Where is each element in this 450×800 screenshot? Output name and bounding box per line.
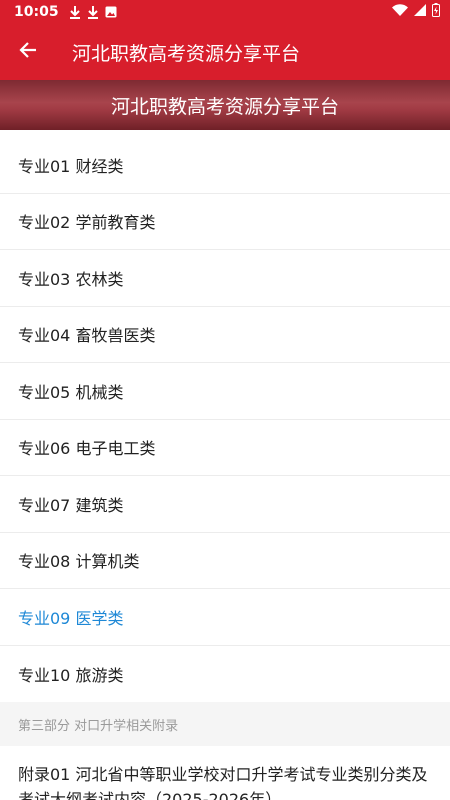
list-item-selected[interactable]: 专业09 医学类 xyxy=(0,589,450,646)
category-list: 专业01 财经类 专业02 学前教育类 专业03 农林类 专业04 畜牧兽医类 … xyxy=(0,137,450,702)
battery-icon xyxy=(432,3,440,21)
download-icon xyxy=(69,5,81,19)
banner: 河北职教高考资源分享平台 xyxy=(0,80,450,130)
section-header: 第三部分 对口升学相关附录 xyxy=(0,702,450,746)
section-header-label: 第三部分 对口升学相关附录 xyxy=(18,718,179,734)
signal-icon xyxy=(414,4,426,20)
back-button[interactable] xyxy=(0,24,56,80)
list-item-label: 专业07 建筑类 xyxy=(18,495,124,515)
list-item[interactable]: 专业01 财经类 xyxy=(0,137,450,194)
appendix-item-label: 附录01 河北省中等职业学校对口升学考试专业类别分类及考试大纲考试内容（2025… xyxy=(18,765,428,800)
list-item[interactable]: 专业08 计算机类 xyxy=(0,533,450,589)
list-item[interactable]: 专业06 电子电工类 xyxy=(0,420,450,476)
list-item-label: 专业01 财经类 xyxy=(18,156,124,176)
gallery-icon xyxy=(105,6,117,18)
status-right-icons xyxy=(392,3,440,21)
download-icon xyxy=(87,5,99,19)
list-item[interactable]: 专业10 旅游类 xyxy=(0,646,450,703)
list-item-label: 专业06 电子电工类 xyxy=(18,439,156,459)
list-item-label: 专业08 计算机类 xyxy=(18,552,140,572)
list-item[interactable]: 专业02 学前教育类 xyxy=(0,194,450,250)
list-item[interactable]: 专业04 畜牧兽医类 xyxy=(0,307,450,363)
list-item-label: 专业09 医学类 xyxy=(18,608,124,628)
list-item-label: 专业10 旅游类 xyxy=(18,665,124,685)
banner-title: 河北职教高考资源分享平台 xyxy=(110,95,339,118)
appendix-item[interactable]: 附录01 河北省中等职业学校对口升学考试专业类别分类及考试大纲考试内容（2025… xyxy=(0,752,450,800)
status-bar: 10:05 xyxy=(0,0,450,24)
list-item-label: 专业04 畜牧兽医类 xyxy=(18,326,156,346)
list-item[interactable]: 专业07 建筑类 xyxy=(0,476,450,533)
status-time: 10:05 xyxy=(14,4,59,20)
app-bar: 河北职教高考资源分享平台 xyxy=(0,24,450,80)
list-item[interactable]: 专业05 机械类 xyxy=(0,363,450,420)
list-item-label: 专业03 农林类 xyxy=(18,269,124,289)
page-title: 河北职教高考资源分享平台 xyxy=(72,42,301,65)
list-item-label: 专业02 学前教育类 xyxy=(18,213,156,233)
list-item[interactable]: 专业03 农林类 xyxy=(0,250,450,307)
list-item-label: 专业05 机械类 xyxy=(18,382,124,402)
arrow-back-icon xyxy=(19,41,37,63)
wifi-icon xyxy=(392,4,408,20)
